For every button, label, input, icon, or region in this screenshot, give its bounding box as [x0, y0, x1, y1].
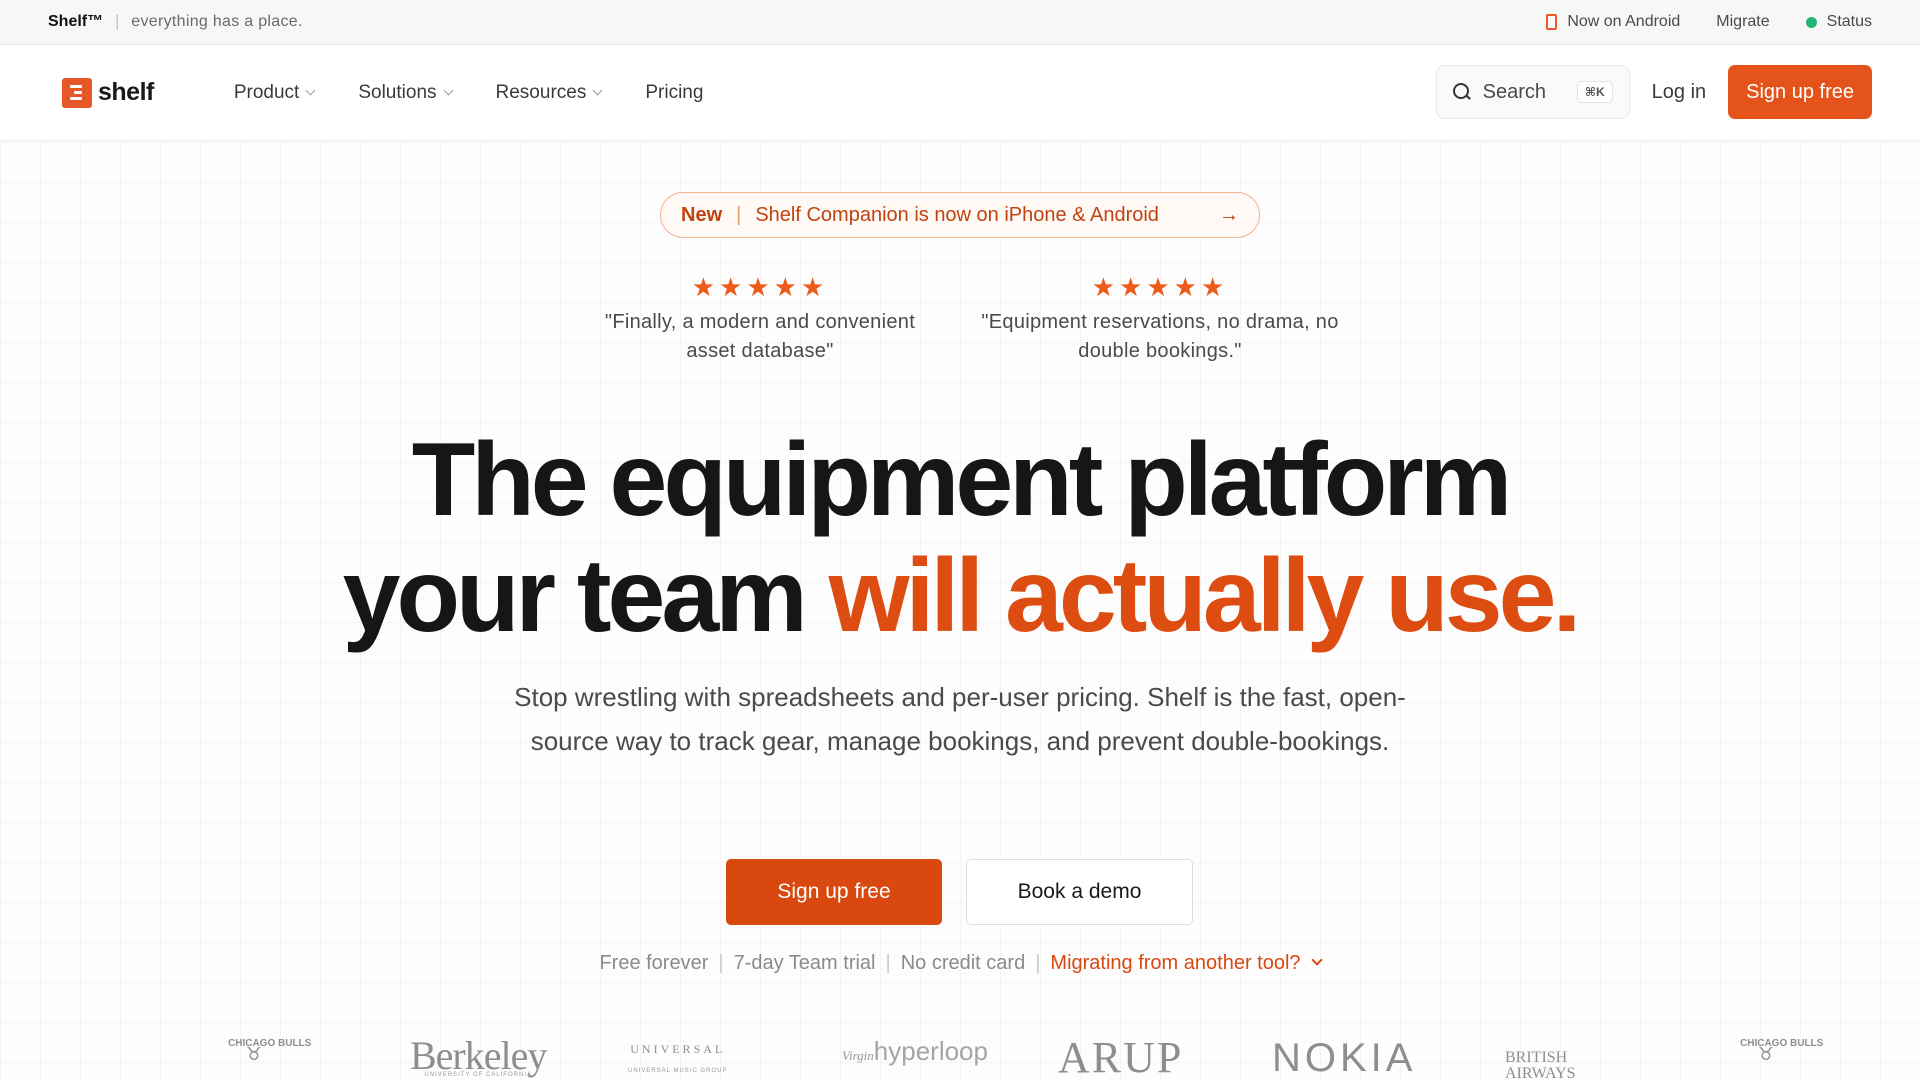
hero-subheading: Stop wrestling with spreadsheets and per… [514, 682, 1406, 756]
nav-links: Product Solutions Resources Pricing [234, 82, 704, 104]
review-quote: "Finally, a modern and convenient asset … [604, 311, 916, 362]
customer-logos: CHICAGO BULLS ♉ Berkeley UNIVERSITY OF C… [0, 1030, 1920, 1081]
topbar-tagline: everything has a place. [131, 13, 303, 30]
announcement-separator: | [736, 203, 742, 226]
migrating-link[interactable]: Migrating from another tool? [1050, 952, 1323, 974]
nav-signup-button[interactable]: Sign up free [1728, 65, 1872, 119]
headline-line-2-plain: your team [342, 538, 829, 654]
search-icon [1452, 83, 1471, 101]
logo-subtext: UNIVERSITY OF CALIFORNIA [424, 1072, 532, 1078]
topbar-brand-group: Shelf™ | everything has a place. [48, 13, 303, 31]
headline-line-1: The equipment platform [411, 422, 1512, 538]
announcement-badge: New [681, 203, 723, 226]
arup-logo: ARUP [1058, 1033, 1184, 1081]
chicago-bulls-logo: CHICAGO BULLS ♉ [228, 1038, 312, 1064]
nav-actions: Search ⌘K Log in Sign up free [1435, 65, 1872, 119]
cta-row: Sign up free Book a demo [726, 859, 1193, 925]
shelf-logo[interactable]: shelf [62, 77, 154, 108]
nav-item-label: Resources [495, 81, 587, 103]
review-2: ★★★★★ "Equipment reservations, no drama,… [975, 272, 1345, 366]
chevron-down-icon [443, 85, 453, 96]
virgin-hyperloop-logo: Virginhyperloop [842, 1036, 988, 1067]
chevron-down-icon [592, 85, 603, 96]
nav-item-resources[interactable]: Resources [495, 81, 603, 104]
logo-text: Virgin [842, 1048, 874, 1063]
nav-item-label: Product [233, 81, 300, 103]
migrating-link-label: Migrating from another tool? [1050, 952, 1301, 974]
chevron-down-icon [1310, 954, 1323, 966]
signup-button[interactable]: Sign up free [726, 859, 942, 925]
footnote-separator: | [718, 952, 724, 974]
status-link-label: Status [1826, 13, 1872, 30]
footnote-separator: | [885, 952, 891, 974]
announcement-banner[interactable]: New | Shelf Companion is now on iPhone &… [660, 192, 1260, 238]
android-link[interactable]: Now on Android [1546, 13, 1680, 31]
star-rating-icon: ★★★★★ [1091, 272, 1229, 302]
main-nav: shelf Product Solutions Resources Pricin… [0, 45, 1920, 141]
footnote-item: 7-day Team trial [733, 952, 876, 974]
phone-icon [1546, 14, 1558, 30]
status-dot-icon [1805, 16, 1817, 28]
migrate-link-label: Migrate [1716, 13, 1770, 30]
chevron-down-icon [305, 85, 316, 96]
announcement-text: Shelf Companion is now on iPhone & Andro… [755, 203, 1159, 226]
star-rating-icon: ★★★★★ [691, 272, 829, 302]
logo-text: UNIVERSAL [630, 1042, 726, 1056]
migrate-link[interactable]: Migrate [1716, 13, 1769, 31]
nav-item-solutions[interactable]: Solutions [358, 81, 453, 104]
berkeley-logo: Berkeley UNIVERSITY OF CALIFORNIA [410, 1033, 547, 1079]
search-label: Search [1482, 80, 1547, 103]
logo-text: hyperloop [873, 1036, 988, 1066]
login-link[interactable]: Log in [1648, 81, 1711, 104]
universal-logo: UNIVERSAL UNIVERSAL MUSIC GROUP [628, 1042, 727, 1074]
logo-subtext: UNIVERSAL MUSIC GROUP [628, 1068, 728, 1074]
chicago-bulls-logo: CHICAGO BULLS ♉ [1740, 1038, 1824, 1064]
hero-section: New | Shelf Companion is now on iPhone &… [0, 142, 1920, 1081]
footnote-item: Free forever [599, 952, 709, 974]
search-button[interactable]: Search ⌘K [1435, 65, 1630, 119]
nav-item-pricing[interactable]: Pricing [645, 82, 703, 104]
headline-line-2-accent: will actually use. [828, 538, 1582, 654]
topbar-separator: | [115, 13, 120, 30]
android-link-label: Now on Android [1567, 13, 1681, 30]
footnote-item: No credit card [900, 952, 1026, 974]
hero-footnote: Free forever | 7-day Team trial | No credit … [0, 952, 1920, 975]
review-1: ★★★★★ "Finally, a modern and convenient … [580, 272, 940, 366]
review-quote: "Equipment reservations, no drama, no do… [981, 311, 1339, 362]
logo-text: Berkeley [410, 1033, 547, 1078]
shelf-logo-text: shelf [98, 78, 154, 106]
topbar-links: Now on Android Migrate Status [1546, 13, 1872, 31]
nav-item-label: Solutions [358, 81, 437, 103]
hero-headline: The equipment platform your team will ac… [0, 422, 1920, 654]
topbar-brand: Shelf™ [48, 13, 104, 30]
arrow-right-icon: → [1219, 203, 1239, 226]
book-demo-button[interactable]: Book a demo [966, 859, 1193, 925]
shelf-logo-icon [62, 77, 92, 108]
nav-item-product[interactable]: Product [233, 81, 316, 104]
status-link[interactable]: Status [1805, 13, 1872, 31]
search-shortcut-badge: ⌘K [1576, 81, 1613, 103]
top-utility-bar: Shelf™ | everything has a place. Now on … [0, 0, 1920, 45]
nokia-logo: NOKIA [1272, 1036, 1417, 1080]
british-airways-logo: BRITISH AIRWAYS [1505, 1049, 1576, 1081]
footnote-separator: | [1035, 952, 1041, 974]
nav-item-label: Pricing [645, 81, 704, 103]
